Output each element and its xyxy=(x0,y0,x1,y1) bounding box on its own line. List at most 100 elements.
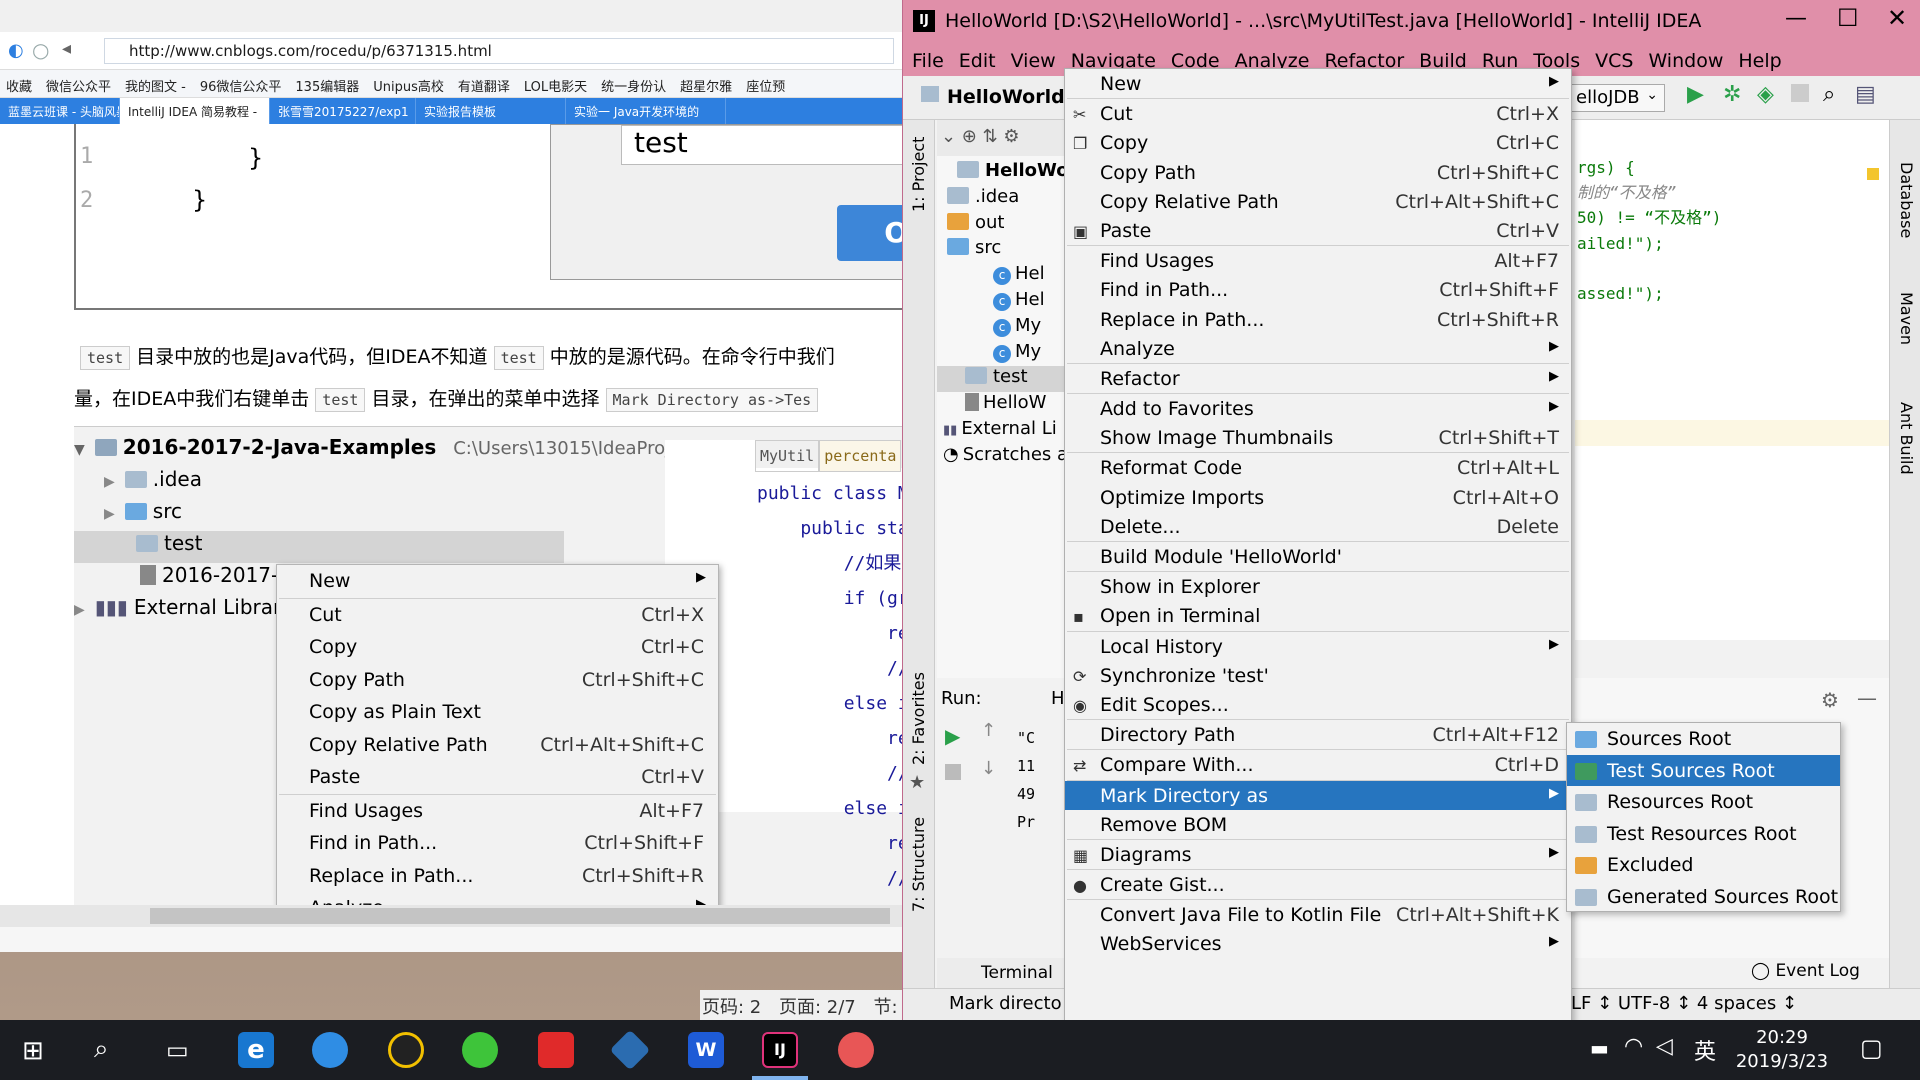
context-menu-item[interactable]: Show Image Thumbnails Ctrl+Shift+T xyxy=(1065,423,1571,452)
bookmark-item[interactable]: Unipus高校 xyxy=(373,76,444,95)
menubar-item[interactable]: Window xyxy=(1648,50,1723,72)
context-menu-item[interactable]: Reformat Code Ctrl+Alt+L xyxy=(1065,453,1571,482)
coverage-icon[interactable]: ◈ xyxy=(1757,82,1774,107)
context-menu-item[interactable]: Add to Favorites ▶ xyxy=(1065,394,1571,423)
context-menu-item[interactable]: ▦ Diagrams ▶ xyxy=(1065,840,1571,869)
context-menu-item[interactable]: ◉ Edit Scopes... xyxy=(1065,690,1571,719)
project-tree-item[interactable]: src xyxy=(937,237,1067,263)
context-menu-item[interactable]: Remove BOM xyxy=(1065,810,1571,839)
context-menu-item[interactable]: Show in Explorer xyxy=(1065,572,1571,601)
bookmark-item[interactable]: 统一身份认 xyxy=(601,76,666,95)
project-tree-item[interactable]: c My xyxy=(937,315,1067,341)
intellij-taskbar-icon[interactable]: IJ xyxy=(762,1032,798,1068)
tool-window-maven[interactable]: Maven xyxy=(1897,292,1916,345)
tool-window-project[interactable]: 1: Project xyxy=(909,137,928,212)
minimize-icon[interactable]: — xyxy=(1785,6,1807,31)
context-menu-item[interactable]: Find in Path... Ctrl+Shift+F xyxy=(277,827,718,860)
context-menu-item[interactable]: Paste Ctrl+V xyxy=(277,761,718,794)
gear-icon[interactable]: ⚙ xyxy=(1821,688,1839,712)
qq-icon[interactable] xyxy=(388,1032,424,1068)
context-menu-item[interactable]: ✂ Cut Ctrl+X xyxy=(1065,99,1571,128)
submenu-item[interactable]: Test Sources Root xyxy=(1567,754,1840,787)
edge-icon[interactable]: e xyxy=(238,1032,274,1068)
context-menu-item[interactable]: Copy Path Ctrl+Shift+C xyxy=(1065,158,1571,187)
bookmark-item[interactable]: 96微信公众平 xyxy=(200,76,282,95)
search-icon[interactable]: ⌕ xyxy=(94,1034,109,1065)
project-tree-item[interactable]: c My xyxy=(937,341,1067,367)
volume-icon[interactable]: ◁ xyxy=(1656,1034,1673,1059)
context-menu-item[interactable]: Replace in Path... Ctrl+Shift+R xyxy=(277,860,718,893)
status-file-info[interactable]: LF ↕ UTF-8 ↕ 4 spaces ↕ xyxy=(1571,993,1797,1014)
context-menu-item[interactable]: Delete... Delete xyxy=(1065,512,1571,541)
run-config-select[interactable]: elloJDB ⌄ xyxy=(1571,84,1665,112)
menubar-item[interactable]: Help xyxy=(1738,50,1781,72)
project-tree-item[interactable]: c Hel xyxy=(937,263,1067,289)
task-view-icon[interactable]: ▭ xyxy=(166,1036,189,1064)
wifi-icon[interactable]: ◠ xyxy=(1624,1034,1643,1059)
context-menu-item[interactable]: Cut Ctrl+X xyxy=(277,599,718,632)
up-arrow-icon[interactable]: ↑ xyxy=(981,720,996,741)
browser-tab[interactable]: IntelliJ IDEA 简易教程 - xyxy=(120,98,270,124)
context-menu-item[interactable]: ▣ Paste Ctrl+V xyxy=(1065,216,1571,245)
project-tree-item[interactable]: HelloWorl xyxy=(937,160,1067,186)
tool-window-database[interactable]: Database xyxy=(1897,162,1916,238)
browser-shield-icon[interactable]: ◐ xyxy=(8,40,24,61)
menubar-item[interactable]: Edit xyxy=(959,50,996,72)
submenu-item[interactable]: Test Resources Root xyxy=(1567,818,1840,850)
dialog-input[interactable]: test xyxy=(621,125,902,165)
maximize-icon[interactable]: ☐ xyxy=(1837,4,1859,32)
context-menu-item[interactable]: WebServices ▶ xyxy=(1065,929,1571,958)
wechat-icon[interactable] xyxy=(462,1032,498,1068)
project-tree-item[interactable]: ▮▮ External Li xyxy=(937,418,1067,444)
context-menu-item[interactable]: Build Module 'HelloWorld' xyxy=(1065,542,1571,571)
tool-window-structure[interactable]: 7: Structure xyxy=(909,817,928,912)
submenu-item[interactable]: Resources Root xyxy=(1567,786,1840,818)
context-menu-item[interactable]: New ▶ xyxy=(277,565,718,598)
context-menu-item[interactable]: Replace in Path... Ctrl+Shift+R xyxy=(1065,305,1571,334)
netease-music-icon[interactable] xyxy=(538,1032,574,1068)
menubar-item[interactable]: VCS xyxy=(1595,50,1633,72)
context-menu-item[interactable]: Copy as Plain Text xyxy=(277,696,718,729)
context-menu-item[interactable]: ⇄ Compare With... Ctrl+D xyxy=(1065,750,1571,779)
virtualbox-icon[interactable] xyxy=(609,1029,651,1071)
context-menu-item[interactable]: Convert Java File to Kotlin File Ctrl+Alt… xyxy=(1065,900,1571,929)
context-menu-item[interactable]: Copy Relative Path Ctrl+Alt+Shift+C xyxy=(277,729,718,762)
stop-icon[interactable] xyxy=(945,764,961,780)
windows-start-icon[interactable]: ⊞ xyxy=(22,1036,44,1066)
submenu-item[interactable]: Excluded xyxy=(1567,849,1840,881)
bookmark-item[interactable]: 135编辑器 xyxy=(295,76,359,95)
project-structure-icon[interactable]: ▤ xyxy=(1855,82,1876,107)
horizontal-scrollbar[interactable] xyxy=(0,905,902,927)
menubar-item[interactable]: File xyxy=(912,50,944,72)
context-menu-item[interactable]: ❐ Copy Ctrl+C xyxy=(1065,128,1571,157)
context-menu-item[interactable]: Optimize Imports Ctrl+Alt+O xyxy=(1065,483,1571,512)
submenu-item[interactable]: Sources Root xyxy=(1567,723,1840,755)
mindmap-icon[interactable] xyxy=(838,1032,874,1068)
context-menu-item[interactable]: ● Create Gist... xyxy=(1065,870,1571,899)
context-menu-item[interactable]: Local History ▶ xyxy=(1065,632,1571,661)
context-menu-item[interactable]: ⟳ Synchronize 'test' xyxy=(1065,661,1571,690)
close-icon[interactable]: ✕ xyxy=(1887,4,1907,32)
rerun-icon[interactable]: ▶ xyxy=(945,724,960,748)
project-tree-item[interactable]: c Hel xyxy=(937,289,1067,315)
bookmark-item[interactable]: 座位预 xyxy=(746,76,785,95)
bookmark-item[interactable]: LOL电影天 xyxy=(524,76,587,95)
tool-window-ant-build[interactable]: Ant Build xyxy=(1897,402,1916,475)
bookmark-item[interactable]: 我的图文 - xyxy=(125,76,186,95)
bookmark-item[interactable]: 收藏 xyxy=(6,76,32,95)
battery-icon[interactable]: ▬ xyxy=(1590,1036,1609,1060)
wps-icon[interactable]: W xyxy=(688,1032,724,1068)
project-tree-item[interactable]: HelloW xyxy=(937,392,1067,418)
project-tree-item[interactable]: .idea xyxy=(937,186,1067,212)
breadcrumb-project[interactable]: HelloWorld xyxy=(947,86,1065,108)
context-menu-item[interactable]: Copy Relative Path Ctrl+Alt+Shift+C xyxy=(1065,187,1571,216)
down-arrow-icon[interactable]: ↓ xyxy=(981,758,996,779)
event-log-button[interactable]: ◯ Event Log xyxy=(1751,961,1860,981)
context-menu-item[interactable]: ▪ Open in Terminal xyxy=(1065,601,1571,630)
context-menu-item[interactable]: Analyze ▶ xyxy=(1065,334,1571,363)
project-tree-item[interactable]: ◔ Scratches a xyxy=(937,444,1067,470)
context-menu-item[interactable]: Mark Directory as ▶ xyxy=(1065,780,1571,810)
context-menu-item[interactable]: Copy Ctrl+C xyxy=(277,631,718,664)
project-tree-item[interactable]: test xyxy=(937,366,1067,393)
notification-icon[interactable]: ▢ xyxy=(1860,1034,1883,1062)
